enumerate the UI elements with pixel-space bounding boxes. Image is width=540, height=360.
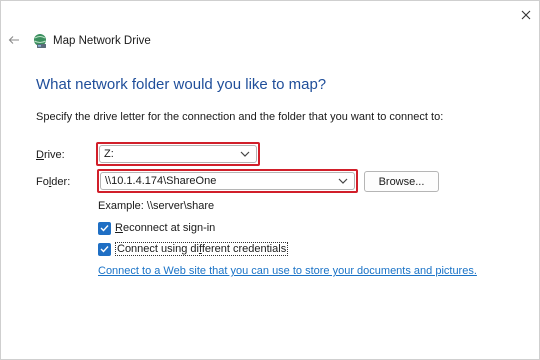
example-text: Example: \\server\share xyxy=(98,200,215,212)
back-arrow-icon xyxy=(8,36,19,44)
reconnect-checkbox[interactable] xyxy=(98,221,111,235)
close-button[interactable] xyxy=(515,5,537,25)
back-button[interactable] xyxy=(6,32,22,48)
chevron-down-icon xyxy=(240,151,250,157)
credentials-checkbox-row[interactable]: Connect using different credentials xyxy=(98,242,289,256)
folder-label: Folder: xyxy=(36,176,71,188)
drive-select[interactable]: Z: xyxy=(99,145,257,163)
instruction-text: Specify the drive letter for the connect… xyxy=(36,111,444,123)
browse-button[interactable]: Browse... xyxy=(364,171,439,192)
window-title-bar: Map Network Drive xyxy=(32,33,151,49)
folder-combobox-value: \\10.1.4.174\ShareOne xyxy=(105,175,217,187)
chevron-down-icon xyxy=(338,178,348,184)
network-drive-icon xyxy=(34,34,46,48)
map-network-drive-window: Map Network Drive What network folder wo… xyxy=(0,0,540,360)
credentials-checkbox[interactable] xyxy=(98,242,111,256)
credentials-label: Connect using different credentials xyxy=(115,242,289,256)
page-heading: What network folder would you like to ma… xyxy=(36,76,327,93)
reconnect-checkbox-row[interactable]: Reconnect at sign-in xyxy=(98,221,215,235)
checkmark-icon xyxy=(100,246,109,253)
folder-combobox[interactable]: \\10.1.4.174\ShareOne xyxy=(100,172,355,190)
drive-label: Drive: xyxy=(36,149,65,161)
web-site-link[interactable]: Connect to a Web site that you can use t… xyxy=(98,265,477,277)
checkmark-icon xyxy=(100,225,109,232)
drive-select-value: Z: xyxy=(104,148,114,160)
reconnect-label: Reconnect at sign-in xyxy=(115,222,216,234)
close-icon xyxy=(521,10,531,20)
window-title: Map Network Drive xyxy=(53,35,151,47)
